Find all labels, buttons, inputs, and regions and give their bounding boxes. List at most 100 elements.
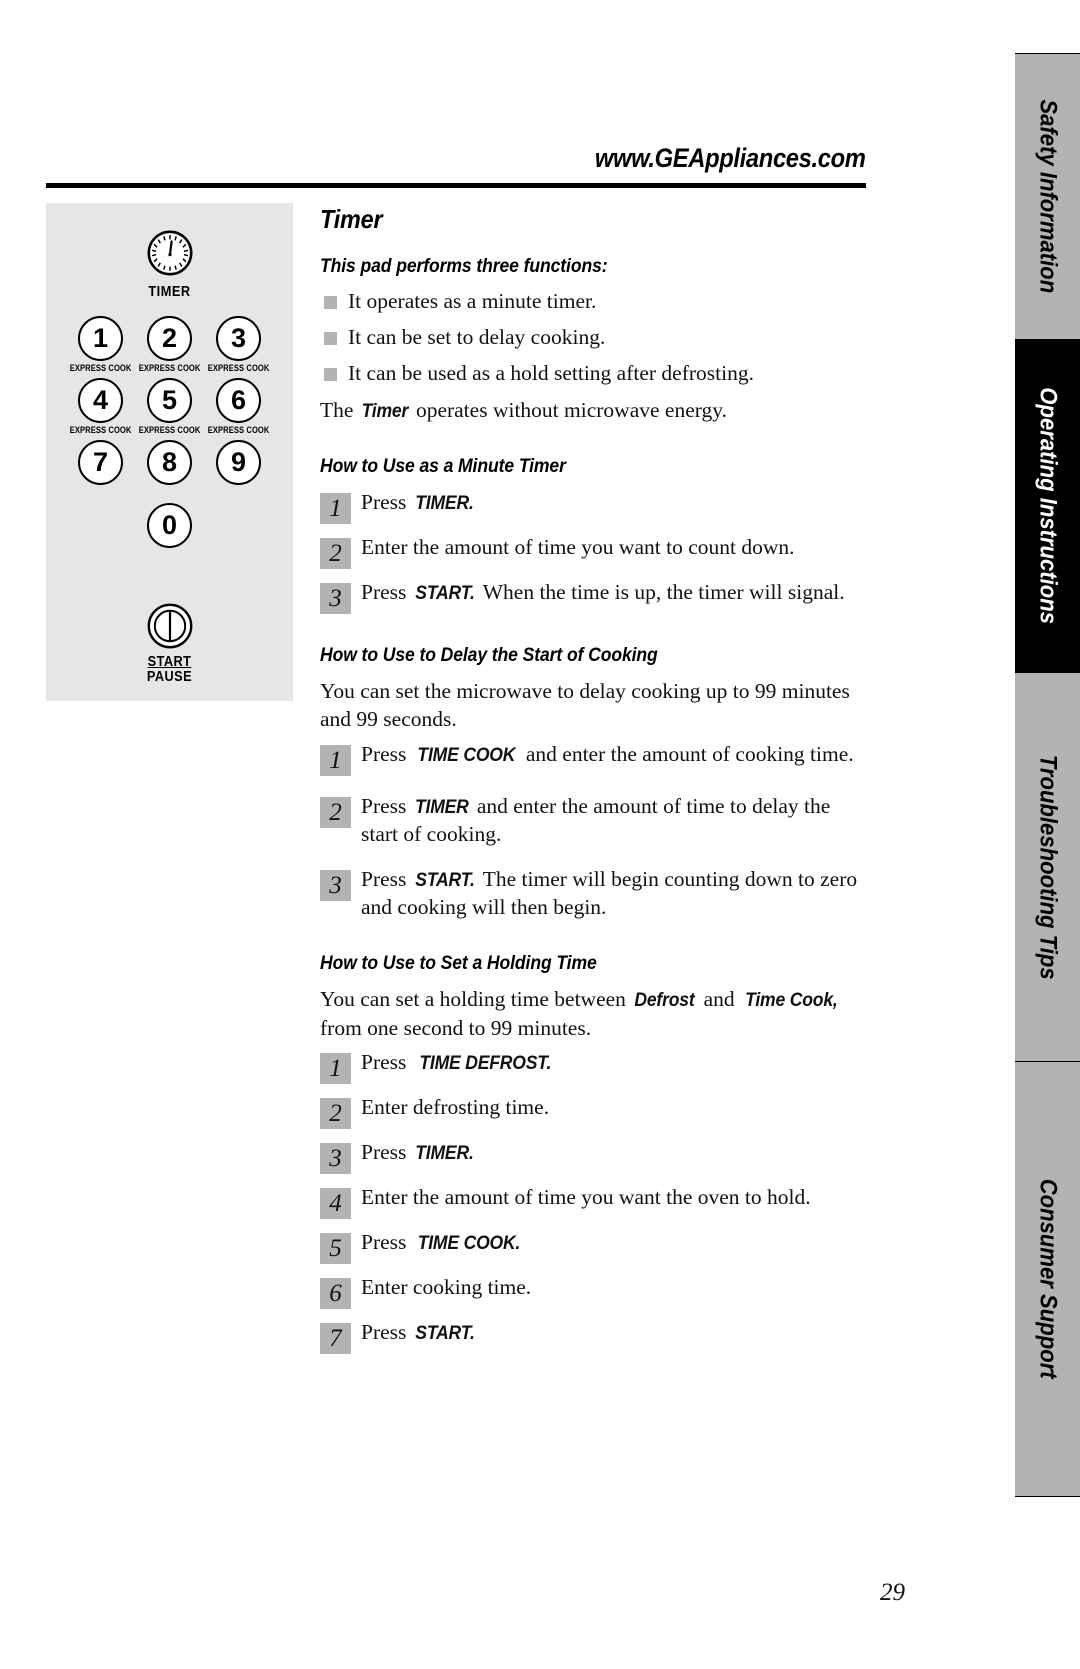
bullet-item: It can be used as a hold setting after d… bbox=[320, 360, 868, 388]
tab-troubleshooting-tips[interactable]: Troubleshooting Tips bbox=[1015, 672, 1080, 1062]
step-text: Press TIME COOK. bbox=[361, 1228, 526, 1257]
intro-note-before: The bbox=[320, 397, 359, 422]
key-6-digit: 6 bbox=[216, 378, 261, 423]
pause-label-text: PAUSE bbox=[146, 668, 193, 685]
tab-safety-information[interactable]: Safety Information bbox=[1015, 53, 1080, 340]
step-text-before: Enter defrosting time. bbox=[361, 1095, 550, 1120]
key-7-digit: 7 bbox=[78, 440, 123, 485]
step-item: 2 Press TIMER and enter the amount of ti… bbox=[320, 792, 868, 849]
step-number: 2 bbox=[320, 796, 351, 828]
start-pause-key-group: START PAUSE bbox=[46, 603, 293, 684]
key-2-sublabel: EXPRESS COOK bbox=[138, 363, 201, 374]
key-6: 6 EXPRESS COOK bbox=[208, 378, 269, 436]
step-text-before: Press bbox=[361, 1320, 412, 1345]
command-label: TIMER. bbox=[415, 1142, 474, 1165]
step-item: 1 Press TIMER. bbox=[320, 488, 868, 524]
command-label: TIME DEFROST. bbox=[419, 1052, 552, 1075]
step-number: 1 bbox=[320, 492, 351, 524]
step-number: 5 bbox=[320, 1233, 351, 1265]
steps-delay-start: 1 Press TIME COOK and enter the amount o… bbox=[320, 740, 868, 922]
command-label: START. bbox=[415, 581, 475, 604]
step-number: 2 bbox=[320, 537, 351, 569]
step-item: 2 Enter defrosting time. bbox=[320, 1093, 868, 1130]
step-item: 2 Enter the amount of time you want to c… bbox=[320, 533, 868, 569]
step-item: 6 Enter cooking time. bbox=[320, 1273, 868, 1310]
section-body-delay-start: You can set the microwave to delay cooki… bbox=[320, 678, 850, 732]
step-item: 3 Press START. The timer will begin coun… bbox=[320, 865, 868, 922]
bullet-text: It can be set to delay cooking. bbox=[348, 324, 606, 349]
command-timer: Timer bbox=[361, 399, 408, 422]
key-7: 7 bbox=[77, 440, 125, 485]
key-3: 3 EXPRESS COOK bbox=[208, 316, 269, 374]
command-label: TIME COOK. bbox=[417, 1232, 521, 1255]
steps-minute-timer: 1 Press TIMER. 2 Enter the amount of tim… bbox=[320, 488, 868, 614]
step-text: Enter the amount of time you want to cou… bbox=[361, 533, 795, 562]
clock-timer-icon bbox=[146, 230, 193, 276]
step-text-before: Press bbox=[361, 741, 412, 766]
step-item: 3 Press START. When the time is up, the … bbox=[320, 578, 868, 614]
square-bullet-icon bbox=[324, 296, 337, 309]
page-number: 29 bbox=[880, 1579, 905, 1606]
command-label: TIMER bbox=[414, 795, 469, 818]
step-text: Press START. The timer will begin counti… bbox=[361, 865, 868, 922]
step-number: 1 bbox=[320, 1053, 351, 1085]
tab-safety-information-label: Safety Information bbox=[1034, 99, 1062, 294]
control-panel-diagram: TIMER 1 EXPRESS COOK 2 EXPRESS COOK 3 EX… bbox=[46, 203, 293, 701]
website-url: www.GEAppliances.com bbox=[595, 143, 866, 173]
step-text-before: Press bbox=[361, 579, 412, 604]
page-title: Timer bbox=[320, 204, 383, 234]
key-3-sublabel: EXPRESS COOK bbox=[207, 363, 270, 374]
page-header: www.GEAppliances.com bbox=[46, 140, 866, 188]
header-divider bbox=[46, 183, 866, 188]
tab-operating-instructions[interactable]: Operating Instructions bbox=[1015, 338, 1080, 674]
body-part-1: You can set a holding time between bbox=[320, 986, 632, 1011]
key-2-digit: 2 bbox=[147, 316, 192, 361]
timer-key-group: TIMER bbox=[46, 230, 293, 300]
step-number: 3 bbox=[320, 869, 351, 901]
step-item: 5 Press TIME COOK. bbox=[320, 1228, 868, 1265]
step-text: Enter defrosting time. bbox=[361, 1093, 549, 1122]
key-5-sublabel: EXPRESS COOK bbox=[138, 425, 201, 436]
step-text: Press START. bbox=[361, 1318, 478, 1347]
section-tab-strip: Safety Information Operating Instruction… bbox=[1015, 53, 1080, 1501]
step-number: 3 bbox=[320, 582, 351, 614]
step-text-after: and enter the amount of cooking time. bbox=[520, 741, 854, 766]
square-bullet-icon bbox=[324, 331, 337, 345]
step-item: 4 Enter the amount of time you want the … bbox=[320, 1183, 868, 1220]
bullet-text: It can be used as a hold setting after d… bbox=[348, 360, 754, 385]
timer-key-label: TIMER bbox=[148, 283, 191, 300]
step-text-before: Press bbox=[361, 489, 412, 514]
start-pause-icon bbox=[147, 603, 193, 649]
key-9: 9 bbox=[215, 440, 263, 485]
body-part-3: from one second to 99 minutes. bbox=[320, 1015, 592, 1040]
section-heading-holding-time: How to Use to Set a Holding Time bbox=[320, 951, 597, 974]
key-1-sublabel: EXPRESS COOK bbox=[69, 363, 132, 374]
intro-heading: This pad performs three functions: bbox=[320, 255, 608, 277]
step-text-before: Enter the amount of time you want the ov… bbox=[361, 1185, 811, 1210]
command-label: START. bbox=[415, 1322, 475, 1345]
key-1-digit: 1 bbox=[78, 316, 123, 361]
intro-note: The Timer operates without microwave ene… bbox=[320, 396, 868, 425]
keypad-row-zero: 0 bbox=[46, 503, 293, 548]
step-text-before: Press bbox=[361, 1050, 412, 1075]
body-part-2: and bbox=[698, 986, 740, 1011]
step-text: Press TIME DEFROST. bbox=[361, 1048, 558, 1077]
key-4-digit: 4 bbox=[78, 378, 123, 423]
step-text: Enter the amount of time you want the ov… bbox=[361, 1183, 811, 1212]
bullet-item: It can be set to delay cooking. bbox=[320, 324, 868, 352]
step-text: Enter cooking time. bbox=[361, 1273, 531, 1302]
key-0-digit: 0 bbox=[147, 503, 192, 548]
key-8: 8 bbox=[146, 440, 194, 485]
step-text-before: Press bbox=[361, 793, 412, 818]
step-text: Press TIMER. bbox=[361, 488, 477, 517]
section-heading-minute-timer: How to Use as a Minute Timer bbox=[320, 454, 566, 477]
tab-consumer-support[interactable]: Consumer Support bbox=[1015, 1060, 1080, 1497]
step-text-before: Press bbox=[361, 866, 412, 891]
number-keypad: 1 EXPRESS COOK 2 EXPRESS COOK 3 EXPRESS … bbox=[46, 316, 293, 548]
step-text: Press TIMER. bbox=[361, 1138, 477, 1167]
steps-holding-time: 1 Press TIME DEFROST. 2 Enter defrosting… bbox=[320, 1048, 868, 1355]
step-number: 2 bbox=[320, 1098, 351, 1130]
bullet-item: It operates as a minute timer. bbox=[320, 288, 868, 316]
command-label: TIMER. bbox=[415, 491, 474, 514]
section-body-holding-time: You can set a holding time between Defro… bbox=[320, 985, 868, 1043]
